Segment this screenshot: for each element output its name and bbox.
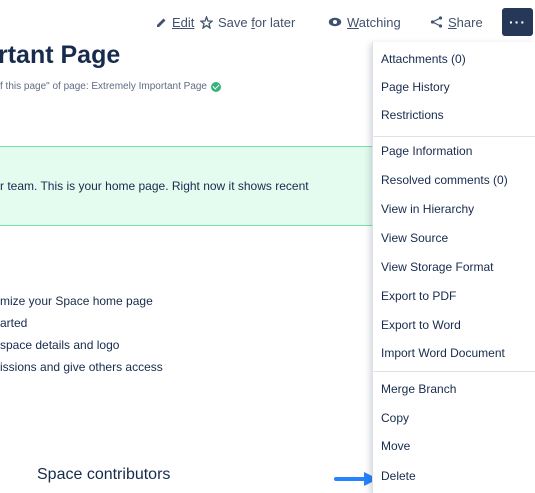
menu-item-page-information[interactable]: Page Information [381,140,535,162]
menu-item-view-storage-format[interactable]: View Storage Format [381,256,535,278]
menu-item-move[interactable]: Move [381,435,535,457]
page-subtitle: f this page" of page: Extremely Importan… [0,81,221,92]
save-label: Save for later [218,14,296,30]
menu-item-delete[interactable]: Delete [381,465,535,487]
list-item: issions and give others access [0,360,163,374]
menu-item-resolved-comments[interactable]: Resolved comments (0) [381,169,535,191]
info-panel: r team. This is your home page. Right no… [0,146,380,226]
menu-item-import-word[interactable]: Import Word Document [381,342,535,364]
page-title: rtant Page [0,41,121,69]
menu-item-view-in-hierarchy[interactable]: View in Hierarchy [381,198,535,220]
eye-icon [328,16,342,28]
watching-button[interactable]: Watching [328,8,401,36]
menu-divider [373,371,535,372]
menu-item-restrictions[interactable]: Restrictions [381,104,535,126]
menu-item-export-pdf[interactable]: Export to PDF [381,285,535,307]
more-actions-button[interactable]: ··· [502,8,533,36]
share-label: Share [448,14,483,30]
star-icon [200,15,213,29]
menu-item-merge-branch[interactable]: Merge Branch [381,378,535,400]
menu-item-attachments[interactable]: Attachments (0) [381,48,535,70]
menu-item-view-source[interactable]: View Source [381,227,535,249]
share-icon [430,16,443,28]
save-for-later-button[interactable]: Save for later [200,8,295,36]
edit-label: Edit [172,14,195,30]
check-icon [211,81,221,92]
list-item: arted [0,316,28,330]
pencil-icon [156,17,167,28]
info-panel-text: r team. This is your home page. Right no… [0,179,309,193]
menu-item-export-word[interactable]: Export to Word [381,314,535,336]
space-contributors-heading: Space contributors [37,466,171,483]
menu-item-page-history[interactable]: Page History [381,76,535,98]
share-button[interactable]: Share [430,8,483,36]
menu-item-copy[interactable]: Copy [381,407,535,429]
list-item: mize your Space home page [0,294,153,308]
more-actions-menu: Attachments (0) Page History Restriction… [372,42,535,493]
confluence-page: Edit Save for later Watching Share ··· r… [0,0,535,493]
edit-button[interactable]: Edit [156,8,194,36]
subtitle-text: f this page" of page: Extremely Importan… [0,81,207,92]
list-item: space details and logo [0,338,120,352]
menu-divider [373,136,535,137]
more-icon: ··· [509,14,526,30]
watching-label: Watching [347,14,401,30]
